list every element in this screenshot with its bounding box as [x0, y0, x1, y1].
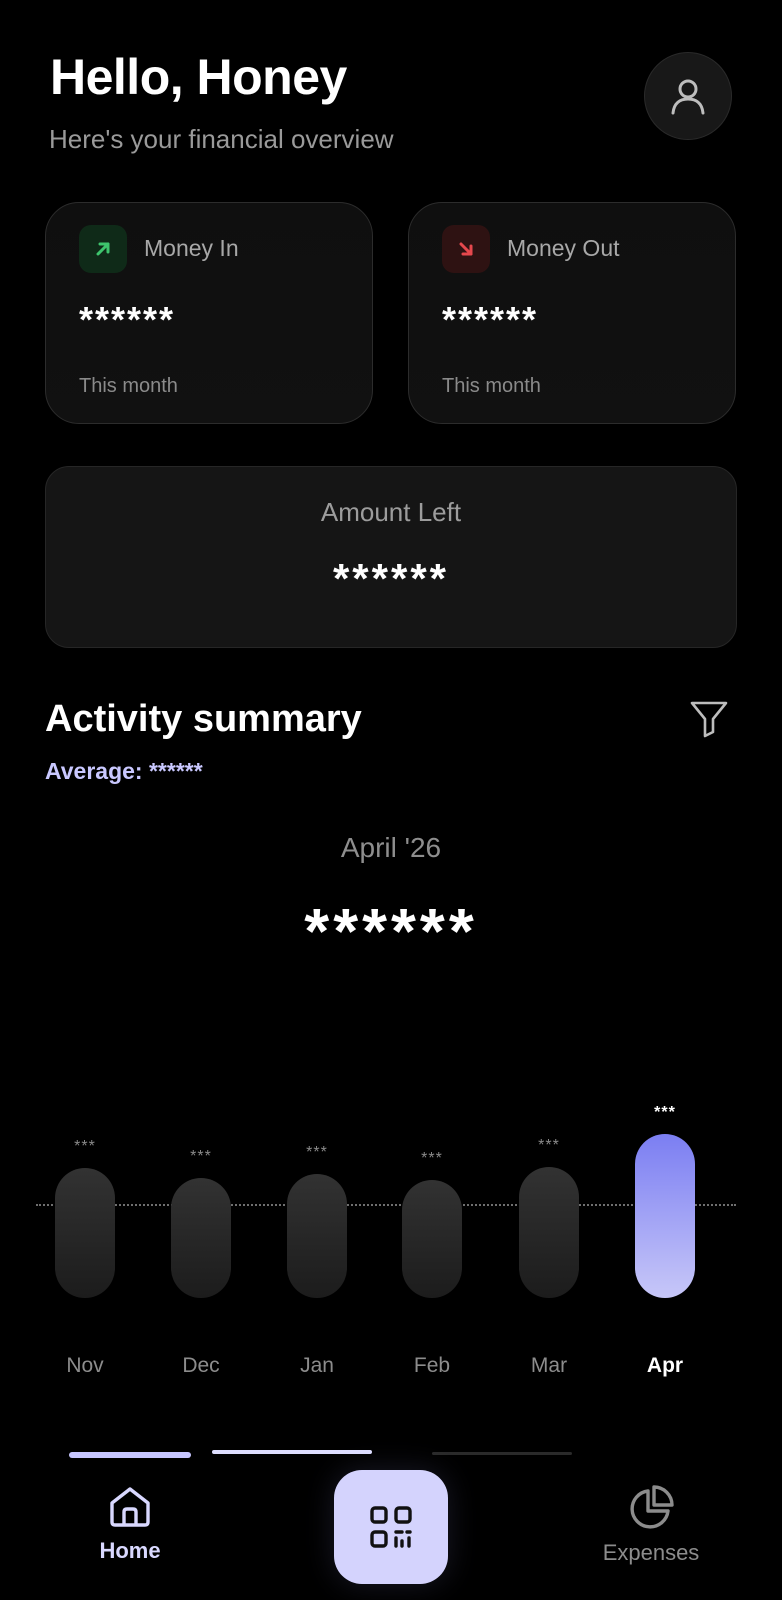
home-screen: Hello, Honey Here's your financial overv… — [0, 0, 782, 1600]
filter-button[interactable] — [688, 698, 730, 740]
amount-left-value: ****** — [332, 555, 450, 602]
user-icon — [671, 79, 705, 115]
chart-month-label-feb[interactable]: Feb — [387, 1354, 477, 1378]
nav-expenses-label: Expenses — [602, 1540, 700, 1565]
money-in-period: This month — [79, 375, 178, 397]
money-out-card[interactable]: Money Out ****** This month — [408, 202, 736, 424]
activity-summary-title: Activity summary — [45, 698, 362, 740]
profile-button[interactable] — [644, 52, 732, 140]
chart-bar-value-nov: *** — [74, 1138, 96, 1155]
page-indicator-1 — [69, 1452, 191, 1458]
chart-bar-value-dec: *** — [190, 1148, 212, 1165]
greeting-subtitle: Here's your financial overview — [49, 124, 394, 154]
bottom-navigation: Home Expenses — [0, 1462, 782, 1600]
qr-code-icon — [370, 1506, 412, 1548]
chart-month-label-nov[interactable]: Nov — [40, 1354, 130, 1378]
greeting-title: Hello, Honey — [50, 49, 347, 105]
chart-bar-mar[interactable] — [519, 1167, 579, 1298]
chart-bar-nov[interactable] — [55, 1168, 115, 1298]
chart-bar-value-mar: *** — [538, 1137, 560, 1154]
amount-left-label: Amount Left — [320, 497, 462, 527]
chart-bar-jan[interactable] — [287, 1174, 347, 1298]
money-out-label: Money Out — [507, 235, 620, 261]
filter-icon — [690, 701, 728, 738]
chart-bar-feb[interactable] — [402, 1180, 462, 1298]
chart-bar-value-apr: *** — [654, 1104, 676, 1121]
money-in-label: Money In — [144, 235, 239, 261]
nav-expenses[interactable]: Expenses — [571, 1484, 731, 1584]
money-out-value: ****** — [442, 299, 539, 340]
average-line — [36, 1204, 736, 1206]
page-indicator-3 — [432, 1452, 572, 1455]
chart-bar-value-jan: *** — [306, 1144, 328, 1161]
arrow-up-right-icon — [79, 225, 127, 273]
activity-average: Average: ****** — [45, 758, 203, 784]
money-in-card[interactable]: Money In ****** This month — [45, 202, 373, 424]
pie-chart-icon — [630, 1485, 674, 1529]
activity-chart: *** Nov *** Dec *** Jan *** Feb *** Mar *** Apr — [0, 1100, 782, 1400]
arrow-down-right-icon — [442, 225, 490, 273]
chart-month-label-apr[interactable]: Apr — [620, 1354, 710, 1378]
page-indicator-2 — [212, 1450, 372, 1454]
chart-bar-value-feb: *** — [421, 1150, 443, 1167]
amount-left-card[interactable]: Amount Left ****** — [45, 466, 737, 648]
scan-qr-button[interactable] — [334, 1470, 448, 1584]
home-icon — [110, 1487, 150, 1527]
selected-period: April '26 — [340, 832, 442, 863]
chart-bar-dec[interactable] — [171, 1178, 231, 1298]
chart-month-label-mar[interactable]: Mar — [504, 1354, 594, 1378]
money-in-value: ****** — [79, 299, 176, 340]
money-out-period: This month — [442, 375, 541, 397]
nav-home[interactable]: Home — [50, 1484, 210, 1584]
nav-home-label: Home — [99, 1538, 161, 1563]
selected-period-value: ****** — [304, 895, 478, 967]
chart-month-label-dec[interactable]: Dec — [156, 1354, 246, 1378]
chart-bar-apr[interactable] — [635, 1134, 695, 1298]
chart-month-label-jan[interactable]: Jan — [272, 1354, 362, 1378]
